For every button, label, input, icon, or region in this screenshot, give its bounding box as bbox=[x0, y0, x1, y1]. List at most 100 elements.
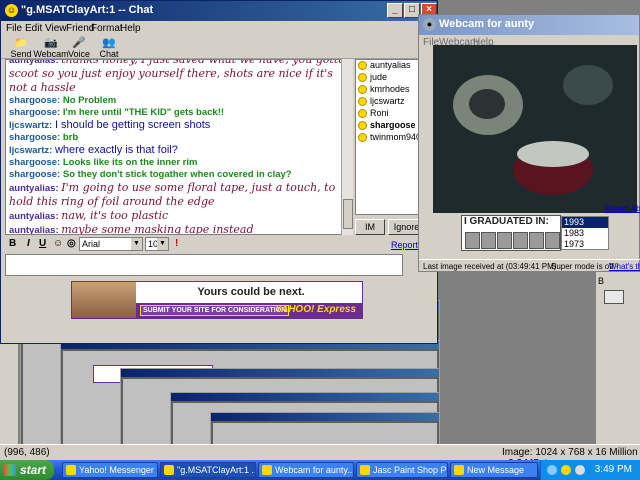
italic-button[interactable]: I bbox=[27, 238, 30, 249]
webcam-status-bar: Last image received at (03:49:41 PM) Sup… bbox=[419, 259, 640, 273]
chevron-down-icon: ▼ bbox=[157, 238, 168, 250]
webcam-icon bbox=[262, 465, 272, 475]
user-name: Roni bbox=[370, 108, 389, 118]
windows-logo-icon bbox=[4, 464, 16, 476]
scroll-thumb[interactable] bbox=[343, 199, 353, 229]
start-button[interactable]: start bbox=[0, 460, 54, 480]
chat-menubar: File Edit View Friend Format Help bbox=[1, 21, 437, 37]
graduation-year-list[interactable]: 1993 1983 1973 bbox=[561, 216, 609, 250]
message-sender: auntyalias: bbox=[9, 183, 59, 194]
im-button[interactable]: IM bbox=[355, 219, 385, 235]
message-text: I'm here until "THE KID" gets back!! bbox=[62, 107, 225, 118]
user-name: jude bbox=[370, 72, 388, 82]
message-sender: auntyalias: bbox=[9, 211, 59, 222]
chat-title: "g.MSATClayArt:1 -- Chat bbox=[21, 4, 154, 16]
panel-label: B bbox=[598, 276, 605, 286]
menu-view[interactable]: View bbox=[45, 23, 67, 34]
menu-edit[interactable]: Edit bbox=[25, 23, 42, 34]
taskbar-new-message[interactable]: New Message bbox=[450, 462, 538, 478]
webcam-report-abuse-link[interactable]: Report Abu bbox=[605, 204, 640, 213]
underline-button[interactable]: U bbox=[39, 238, 46, 249]
message-sender: shargoose: bbox=[9, 95, 61, 106]
mail-icon bbox=[454, 465, 464, 475]
psp-tool-strip[interactable] bbox=[0, 330, 18, 445]
chat-button[interactable]: 👥 Chat bbox=[91, 37, 127, 59]
minimize-button[interactable]: _ bbox=[387, 3, 403, 18]
color-icon[interactable]: ◎ bbox=[67, 238, 76, 249]
chevron-down-icon: ▼ bbox=[131, 238, 142, 250]
message-sender: shargoose: bbox=[9, 169, 61, 180]
history-scrollbar[interactable] bbox=[341, 59, 353, 235]
yahoo-smiley-icon: ☺ bbox=[5, 4, 18, 17]
chat-message: auntyalias: maybe some masking tape inst… bbox=[6, 223, 350, 235]
taskbar-webcam[interactable]: Webcam for aunty... bbox=[258, 462, 354, 478]
user-name: ljcswartz bbox=[370, 96, 405, 106]
font-size-select[interactable]: 10 ▼ bbox=[145, 237, 169, 251]
webcam-titlebar[interactable]: ● Webcam for aunty bbox=[419, 15, 639, 35]
taskbar-yahoo-messenger[interactable]: Yahoo! Messenger ... bbox=[62, 462, 158, 478]
user-name: shargoose bbox=[370, 120, 416, 130]
chat-message: auntyalias: thanks honey, I just saved w… bbox=[6, 60, 350, 95]
whats-this-link[interactable]: What's this bbox=[609, 262, 640, 271]
menu-file[interactable]: File bbox=[6, 23, 22, 34]
user-smiley-icon bbox=[358, 73, 367, 82]
user-smiley-icon bbox=[358, 61, 367, 70]
network-icon[interactable] bbox=[547, 465, 557, 475]
chat-message: ljcswartz: I should be getting screen sh… bbox=[6, 119, 350, 132]
windows-taskbar: start Yahoo! Messenger ... "g.MSATClayAr… bbox=[0, 460, 640, 480]
microphone-icon: 🎤 bbox=[72, 37, 86, 49]
user-smiley-icon bbox=[358, 97, 367, 106]
ad-photo bbox=[465, 232, 480, 249]
user-name: auntyalias bbox=[370, 60, 411, 70]
user-smiley-icon bbox=[358, 85, 367, 94]
graduated-ad[interactable]: I GRADUATED IN: bbox=[461, 215, 561, 251]
screenshot-thumbnail bbox=[210, 412, 440, 448]
messenger-tray-icon[interactable] bbox=[561, 465, 571, 475]
ad-strip: SUBMIT YOUR SITE FOR CONSIDERATION YAHOO… bbox=[136, 303, 362, 318]
menu-help[interactable]: Help bbox=[120, 23, 141, 34]
clock: 3:49 PM bbox=[594, 464, 632, 475]
message-input[interactable] bbox=[5, 254, 403, 276]
ad-photo bbox=[72, 282, 136, 318]
message-sender: ljcswartz: bbox=[9, 145, 53, 156]
message-text: where exactly is that foil? bbox=[54, 144, 178, 156]
webcam-image bbox=[433, 45, 637, 213]
ad-photo bbox=[497, 232, 512, 249]
taskbar-paint-shop-pro[interactable]: Jasc Paint Shop Pro... bbox=[356, 462, 448, 478]
chat-history[interactable]: auntyalias: thanks honey, I just saved w… bbox=[5, 59, 351, 235]
menu-format[interactable]: Format bbox=[91, 23, 123, 34]
alert-icon[interactable]: ! bbox=[175, 238, 178, 249]
ad-photo bbox=[545, 232, 560, 249]
bold-button[interactable]: B bbox=[9, 238, 16, 249]
format-bar: B I U ☺ ◎ Arial ▼ 10 ▼ ! Report A bbox=[5, 237, 435, 253]
user-name: kmrhodes bbox=[370, 84, 410, 94]
envelope-icon bbox=[604, 290, 624, 304]
last-image-received: Last image received at (03:49:41 PM) bbox=[423, 262, 557, 271]
webcam-window: ● Webcam for aunty File Webcam Help Repo… bbox=[418, 14, 640, 272]
ad-cta-button[interactable]: SUBMIT YOUR SITE FOR CONSIDERATION bbox=[140, 305, 290, 316]
year-option[interactable]: 1993 bbox=[562, 217, 608, 228]
message-text: naw, it's too plastic bbox=[61, 209, 169, 222]
ad-photo bbox=[529, 232, 544, 249]
font-select[interactable]: Arial ▼ bbox=[79, 237, 143, 251]
system-tray: 3:49 PM bbox=[540, 460, 640, 480]
year-option[interactable]: 1973 bbox=[562, 239, 608, 250]
psp-right-panel: B bbox=[596, 272, 640, 444]
ad-photo bbox=[481, 232, 496, 249]
webcam-title: Webcam for aunty bbox=[439, 18, 535, 30]
taskbar-chat[interactable]: "g.MSATClayArt:1 ... bbox=[160, 462, 256, 478]
message-text: Looks like its on the inner rim bbox=[62, 157, 198, 168]
chat-titlebar[interactable]: ☺ "g.MSATClayArt:1 -- Chat _ □ × bbox=[1, 1, 437, 21]
graduated-text: I GRADUATED IN: bbox=[464, 216, 549, 227]
year-option[interactable]: 1983 bbox=[562, 228, 608, 239]
chat-message: shargoose: So they don't stick togather … bbox=[6, 169, 350, 181]
chat-message: shargoose: I'm here until "THE KID" gets… bbox=[6, 107, 350, 119]
people-icon: 👥 bbox=[102, 37, 116, 49]
smiley-icon[interactable]: ☺ bbox=[53, 238, 63, 249]
chat-message: shargoose: No Problem bbox=[6, 95, 350, 107]
message-text: So they don't stick togather when covere… bbox=[62, 169, 292, 180]
chat-message: auntyalias: naw, it's too plastic bbox=[6, 209, 350, 223]
yahoo-express-ad[interactable]: Yours could be next. SUBMIT YOUR SITE FO… bbox=[71, 281, 363, 319]
volume-icon[interactable] bbox=[575, 465, 585, 475]
message-sender: auntyalias: bbox=[9, 225, 59, 235]
